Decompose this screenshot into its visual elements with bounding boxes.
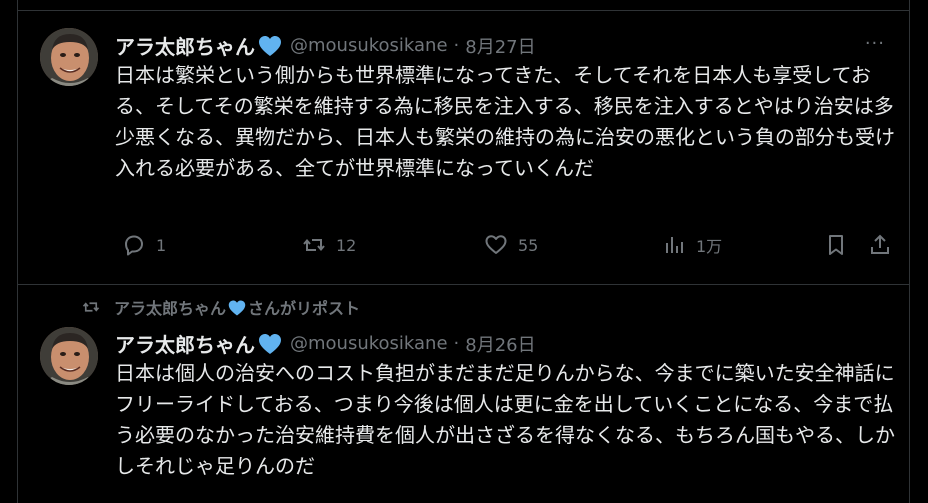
views-count: 1万	[696, 237, 723, 256]
post-date[interactable]: 8月26日	[465, 331, 535, 357]
reply-button[interactable]: 1	[122, 233, 166, 257]
post[interactable]: アラ太郎ちゃん さんがリポスト アラ太郎ちゃん @mousukosikane ·…	[18, 284, 909, 503]
post-header: アラ太郎ちゃん @mousukosikane · 8月27日	[115, 31, 536, 60]
analytics-icon	[666, 237, 683, 253]
blue-heart-icon	[258, 35, 282, 57]
repost-icon	[82, 302, 100, 312]
bookmark-button[interactable]	[824, 233, 858, 257]
repost-count: 12	[336, 235, 357, 255]
post-text: 日本は繁栄という側からも世界標準になってきた、そしてそれを日本人も享受しておる、…	[115, 63, 895, 180]
reply-icon	[125, 235, 143, 256]
separator-dot: ·	[453, 35, 460, 56]
bookmark-icon	[829, 235, 843, 255]
repost-banner: アラ太郎ちゃん さんがリポスト	[82, 295, 360, 319]
author-handle[interactable]: @mousukosikane	[290, 333, 448, 354]
post-actions: 1 12 55 1万	[122, 233, 895, 263]
post[interactable]: アラ太郎ちゃん @mousukosikane · 8月27日 ··· 日本は繁栄…	[18, 11, 909, 283]
avatar-face-image	[40, 28, 98, 86]
repost-icon	[303, 238, 325, 252]
repost-button[interactable]: 12	[302, 233, 356, 257]
heart-icon	[485, 235, 507, 254]
like-button[interactable]: 55	[484, 233, 538, 257]
author-name[interactable]: アラ太郎ちゃん	[115, 31, 255, 60]
avatar-face-image	[40, 327, 98, 385]
timeline-column: アラ太郎ちゃん @mousukosikane · 8月27日 ··· 日本は繁栄…	[17, 0, 910, 503]
share-icon	[871, 234, 889, 254]
like-count: 55	[518, 235, 539, 255]
author-handle[interactable]: @mousukosikane	[290, 35, 448, 56]
views-button[interactable]: 1万	[662, 233, 722, 257]
author-name[interactable]: アラ太郎ちゃん	[115, 329, 255, 358]
post-date[interactable]: 8月27日	[465, 33, 535, 59]
blue-heart-icon	[258, 333, 282, 355]
reply-count: 1	[156, 235, 167, 255]
avatar[interactable]	[40, 327, 98, 385]
timeline-frame: アラ太郎ちゃん @mousukosikane · 8月27日 ··· 日本は繁栄…	[0, 0, 928, 503]
avatar[interactable]	[40, 28, 98, 86]
post-text: 日本は個人の治安へのコスト負担がまだまだ足りんからな、今までに築いた安全神話にフ…	[115, 361, 895, 478]
share-button[interactable]	[868, 233, 902, 257]
blue-heart-icon	[228, 299, 246, 316]
more-options-icon[interactable]: ···	[865, 33, 885, 54]
repost-label: さんがリポスト	[248, 299, 361, 318]
separator-dot: ·	[453, 333, 460, 354]
post-header: アラ太郎ちゃん @mousukosikane · 8月26日	[115, 329, 536, 358]
repost-author[interactable]: アラ太郎ちゃん	[114, 295, 226, 319]
